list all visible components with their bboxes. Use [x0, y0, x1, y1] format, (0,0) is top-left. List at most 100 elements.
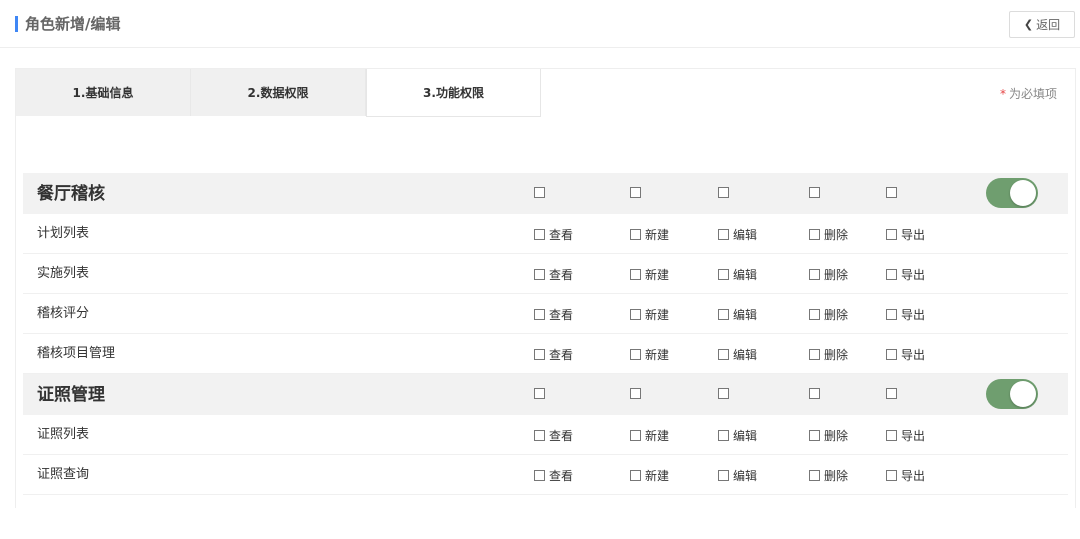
checkbox-icon — [534, 268, 545, 280]
checkbox-icon — [809, 429, 820, 441]
permission-checkbox[interactable]: 导出 — [886, 334, 925, 374]
group-toggle-switch[interactable] — [986, 379, 1038, 409]
toggle-knob — [1010, 180, 1036, 206]
checkbox-icon — [718, 228, 729, 240]
checkbox-icon — [630, 186, 641, 198]
permission-checkbox[interactable]: 删除 — [809, 214, 848, 254]
permission-checkbox[interactable]: 删除 — [809, 334, 848, 374]
permission-checkbox[interactable]: 编辑 — [718, 294, 757, 334]
checkbox-icon — [630, 387, 641, 399]
checkbox-icon — [534, 348, 545, 360]
permission-action-label: 查看 — [549, 468, 574, 483]
group-select-all-checkbox[interactable] — [809, 173, 824, 211]
permission-checkbox[interactable]: 导出 — [886, 294, 925, 334]
permission-checkbox[interactable]: 删除 — [809, 254, 848, 294]
permission-checkbox[interactable]: 新建 — [630, 415, 669, 455]
checkbox-icon — [886, 268, 897, 280]
checkbox-icon — [886, 308, 897, 320]
permission-row: 证照列表 查看 新建 编辑 删除 导出 — [23, 415, 1068, 455]
permission-name: 证照列表 — [37, 427, 90, 442]
permission-action-label: 查看 — [549, 227, 574, 242]
checkbox-icon — [886, 348, 897, 360]
permission-action-label: 新建 — [645, 307, 670, 322]
checkbox-icon — [534, 186, 545, 198]
permission-checkbox[interactable]: 新建 — [630, 455, 669, 495]
permission-checkbox[interactable]: 导出 — [886, 415, 925, 455]
checkbox-icon — [630, 308, 641, 320]
permission-checkbox[interactable]: 编辑 — [718, 415, 757, 455]
group-title: 证照管理 — [37, 385, 105, 405]
required-star: * — [999, 87, 1006, 101]
permission-action-label: 导出 — [901, 347, 926, 362]
checkbox-icon — [718, 469, 729, 481]
checkbox-icon — [630, 469, 641, 481]
permission-checkbox[interactable]: 查看 — [534, 415, 573, 455]
checkbox-icon — [809, 308, 820, 320]
group-select-all-checkbox[interactable] — [886, 173, 901, 211]
checkbox-icon — [809, 268, 820, 280]
permission-checkbox[interactable]: 编辑 — [718, 455, 757, 495]
checkbox-icon — [718, 186, 729, 198]
permission-checkbox[interactable]: 导出 — [886, 214, 925, 254]
permission-name: 稽核评分 — [37, 306, 90, 321]
permission-row: 稽核项目管理 查看 新建 编辑 删除 导出 — [23, 334, 1068, 374]
checkbox-icon — [809, 348, 820, 360]
group-select-all-checkbox[interactable] — [718, 374, 733, 412]
checkbox-icon — [534, 469, 545, 481]
group-select-all-checkbox[interactable] — [630, 173, 645, 211]
group-select-all-checkbox[interactable] — [718, 173, 733, 211]
checkbox-icon — [534, 387, 545, 399]
permission-checkbox[interactable]: 新建 — [630, 334, 669, 374]
permission-checkbox[interactable]: 新建 — [630, 294, 669, 334]
permission-checkbox[interactable]: 查看 — [534, 455, 573, 495]
permission-action-label: 新建 — [645, 227, 670, 242]
group-toggle-switch[interactable] — [986, 178, 1038, 208]
group-select-all-checkbox[interactable] — [886, 374, 901, 412]
permission-action-label: 删除 — [824, 267, 849, 282]
permission-checkbox[interactable]: 查看 — [534, 214, 573, 254]
group-select-all-checkbox[interactable] — [809, 374, 824, 412]
tab-function-permission[interactable]: 3.功能权限 — [366, 69, 541, 117]
permission-action-label: 新建 — [645, 468, 670, 483]
permission-action-label: 删除 — [824, 468, 849, 483]
group-select-all-checkbox[interactable] — [534, 173, 549, 211]
checkbox-icon — [630, 228, 641, 240]
permission-group-row: 证照管理 — [23, 374, 1068, 415]
permission-name: 计划列表 — [37, 226, 90, 241]
checkbox-icon — [886, 228, 897, 240]
permission-action-label: 查看 — [549, 267, 574, 282]
permission-checkbox[interactable]: 编辑 — [718, 214, 757, 254]
permission-checkbox[interactable]: 导出 — [886, 455, 925, 495]
permission-checkbox[interactable]: 新建 — [630, 254, 669, 294]
permission-checkbox[interactable]: 编辑 — [718, 334, 757, 374]
tab-data-permission[interactable]: 2.数据权限 — [191, 69, 366, 116]
permission-checkbox[interactable]: 删除 — [809, 415, 848, 455]
permission-checkbox[interactable]: 查看 — [534, 294, 573, 334]
permission-action-label: 查看 — [549, 347, 574, 362]
page-header: 角色新增/编辑 ❮ 返回 — [0, 0, 1080, 48]
permission-checkbox[interactable]: 新建 — [630, 214, 669, 254]
permission-checkbox[interactable]: 查看 — [534, 254, 573, 294]
back-button[interactable]: ❮ 返回 — [1009, 11, 1075, 38]
permission-checkbox[interactable]: 导出 — [886, 254, 925, 294]
title-accent-bar — [15, 16, 18, 32]
checkbox-icon — [630, 268, 641, 280]
permission-checkbox[interactable]: 删除 — [809, 294, 848, 334]
permission-action-label: 编辑 — [733, 267, 758, 282]
permission-action-label: 导出 — [901, 307, 926, 322]
permission-checkbox[interactable]: 删除 — [809, 455, 848, 495]
permission-action-label: 编辑 — [733, 347, 758, 362]
checkbox-icon — [630, 429, 641, 441]
group-select-all-checkbox[interactable] — [534, 374, 549, 412]
permission-checkbox[interactable]: 编辑 — [718, 254, 757, 294]
permission-panel: 1.基础信息 2.数据权限 3.功能权限 * 为必填项 餐厅稽核 计划列表 查看 新建编… — [15, 68, 1076, 508]
permission-name: 实施列表 — [37, 266, 90, 281]
permission-action-label: 新建 — [645, 428, 670, 443]
permission-row: 计划列表 查看 新建 编辑 删除 导出 — [23, 214, 1068, 254]
checkbox-icon — [718, 308, 729, 320]
permission-action-label: 删除 — [824, 347, 849, 362]
checkbox-icon — [809, 228, 820, 240]
tab-basic-info[interactable]: 1.基础信息 — [16, 69, 191, 116]
permission-checkbox[interactable]: 查看 — [534, 334, 573, 374]
group-select-all-checkbox[interactable] — [630, 374, 645, 412]
